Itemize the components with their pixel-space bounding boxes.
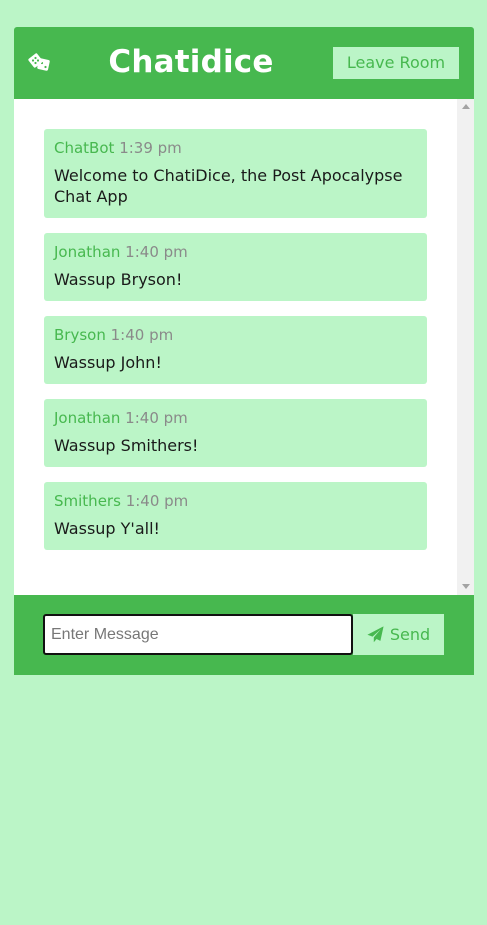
message-item: Jonathan 1:40 pm Wassup Bryson! xyxy=(44,233,427,301)
message-author: Smithers xyxy=(54,492,121,510)
message-author: Jonathan xyxy=(54,243,121,261)
message-text: Wassup Bryson! xyxy=(54,270,183,289)
send-button-label: Send xyxy=(389,625,431,644)
message-composer: Send xyxy=(14,595,474,675)
message-item: Smithers 1:40 pm Wassup Y'all! xyxy=(44,482,427,550)
message-time: 1:40 pm xyxy=(125,492,189,510)
send-button[interactable]: Send xyxy=(353,614,444,655)
message-input[interactable] xyxy=(43,614,353,655)
message-time: 1:40 pm xyxy=(125,409,188,427)
chat-header: Chatidice Leave Room xyxy=(14,27,474,99)
message-text: Welcome to ChatiDice, the Post Apocalyps… xyxy=(54,166,403,206)
chat-app: Chatidice Leave Room ChatBot 1:39 pm Wel… xyxy=(14,27,474,675)
leave-room-button[interactable]: Leave Room xyxy=(333,47,459,79)
message-meta: Jonathan 1:40 pm xyxy=(54,409,417,427)
message-meta: Bryson 1:40 pm xyxy=(54,326,417,344)
app-title: Chatidice xyxy=(108,44,274,80)
message-author: Jonathan xyxy=(54,409,121,427)
message-text: Wassup Smithers! xyxy=(54,436,199,455)
scroll-up-arrow-icon[interactable] xyxy=(462,104,470,109)
messages-panel: ChatBot 1:39 pm Welcome to ChatiDice, th… xyxy=(14,99,474,595)
message-meta: Jonathan 1:40 pm xyxy=(54,243,417,261)
message-item: Jonathan 1:40 pm Wassup Smithers! xyxy=(44,399,427,467)
message-text: Wassup John! xyxy=(54,353,162,372)
message-item: ChatBot 1:39 pm Welcome to ChatiDice, th… xyxy=(44,129,427,218)
message-text: Wassup Y'all! xyxy=(54,519,160,538)
message-meta: ChatBot 1:39 pm xyxy=(54,139,417,157)
message-time: 1:40 pm xyxy=(125,243,188,261)
scroll-down-arrow-icon[interactable] xyxy=(462,584,470,589)
message-author: ChatBot xyxy=(54,139,115,157)
messages-scrollbar[interactable] xyxy=(457,99,474,595)
message-item: Bryson 1:40 pm Wassup John! xyxy=(44,316,427,384)
message-author: Bryson xyxy=(54,326,106,344)
message-list: ChatBot 1:39 pm Welcome to ChatiDice, th… xyxy=(44,129,427,565)
paper-plane-icon xyxy=(367,626,384,643)
message-meta: Smithers 1:40 pm xyxy=(54,492,417,510)
message-time: 1:40 pm xyxy=(110,326,174,344)
message-time: 1:39 pm xyxy=(119,139,182,157)
